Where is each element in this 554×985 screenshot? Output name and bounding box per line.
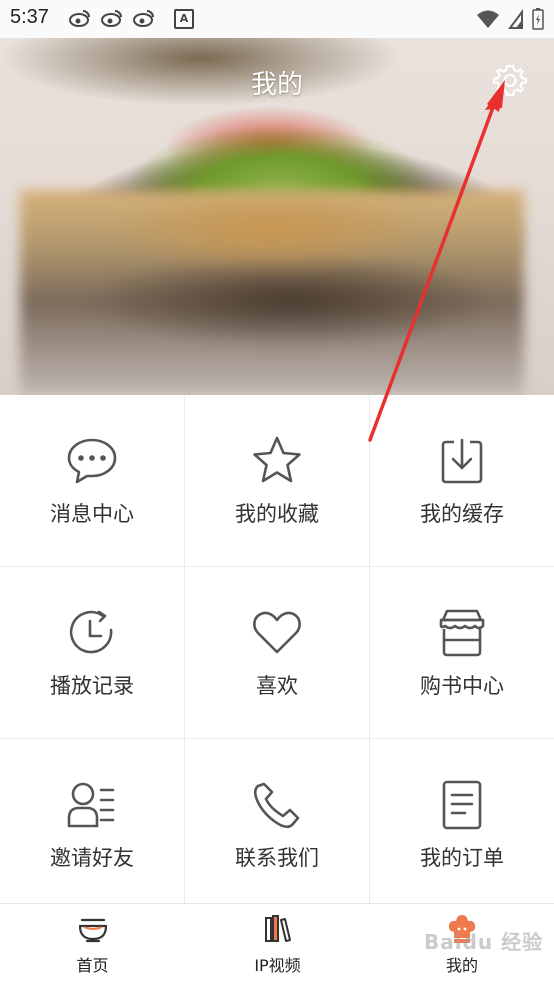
chat-bubble-icon (67, 438, 117, 483)
grid-item-invite[interactable]: 邀请好友 (0, 739, 185, 911)
grid-item-label: 邀请好友 (50, 845, 134, 870)
grid-item-label: 喜欢 (256, 673, 298, 698)
grid-item-contact[interactable]: 联系我们 (185, 739, 370, 911)
books-icon (264, 915, 291, 942)
bowl-icon (78, 918, 107, 943)
signal-icon (508, 9, 523, 29)
feature-grid: 消息中心 我的收藏 我的缓存 播放记录 喜欢 购书中心 邀请好友 联系我们 我的… (0, 395, 554, 911)
grid-item-label: 我的收藏 (235, 501, 319, 526)
status-time: 5:37 (10, 6, 49, 28)
nav-home[interactable]: 首页 (0, 904, 185, 985)
nav-label: IP视频 (254, 956, 301, 975)
nav-label: 我的 (445, 956, 478, 975)
weibo-icon (101, 10, 122, 27)
grid-item-favorites[interactable]: 我的收藏 (185, 395, 370, 567)
grid-item-bookstore[interactable]: 购书中心 (370, 567, 554, 739)
system-icons (476, 8, 544, 30)
grid-item-label: 我的缓存 (420, 501, 504, 526)
grid-item-messages[interactable]: 消息中心 (0, 395, 185, 567)
watermark: Baidu 经验 (424, 930, 544, 954)
notification-icons: A (68, 8, 194, 29)
a-badge-icon: A (174, 9, 194, 29)
star-icon (253, 436, 301, 482)
grid-item-label: 消息中心 (50, 501, 134, 526)
download-icon (441, 438, 483, 483)
battery-icon (532, 8, 544, 30)
nav-label: 首页 (76, 956, 109, 975)
heart-icon (253, 611, 301, 653)
status-bar: 5:37 A (0, 0, 554, 38)
nav-ip-video[interactable]: IP视频 (185, 904, 370, 985)
order-document-icon (442, 780, 482, 829)
blurred-profile-card (20, 190, 524, 395)
weibo-icon (69, 10, 90, 27)
history-clock-icon (69, 610, 113, 653)
gear-icon (492, 64, 528, 97)
invite-user-icon (67, 782, 115, 827)
settings-button[interactable] (492, 62, 528, 98)
grid-item-cache[interactable]: 我的缓存 (370, 395, 554, 567)
grid-item-label: 购书中心 (420, 673, 504, 698)
grid-item-likes[interactable]: 喜欢 (185, 567, 370, 739)
grid-item-label: 联系我们 (235, 845, 319, 870)
grid-item-orders[interactable]: 我的订单 (370, 739, 554, 911)
grid-item-history[interactable]: 播放记录 (0, 567, 185, 739)
weibo-icon (133, 10, 154, 27)
wifi-icon (477, 10, 499, 28)
grid-item-label: 我的订单 (420, 845, 504, 870)
grid-item-label: 播放记录 (50, 673, 134, 698)
page-title: 我的 (250, 70, 303, 100)
phone-icon (253, 782, 300, 828)
store-icon (439, 609, 485, 656)
